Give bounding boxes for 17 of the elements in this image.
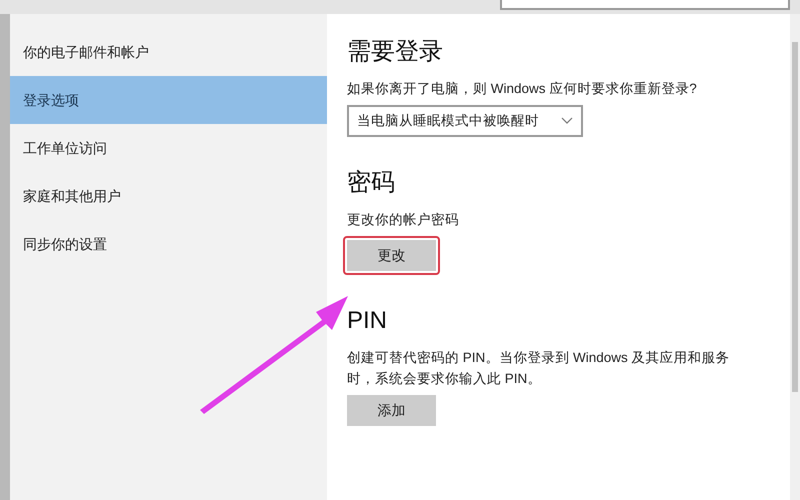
action-button[interactable]: 添加 (347, 395, 436, 426)
sidebar-item[interactable]: 工作单位访问 (10, 124, 327, 172)
search-field[interactable] (500, 0, 790, 10)
section-heading: 需要登录 (347, 37, 444, 67)
scrollbar-thumb[interactable] (792, 42, 798, 392)
description-text: 更改你的帐户密码 (347, 211, 460, 229)
description-text: 创建可替代密码的 PIN。当你登录到 Windows 及其应用和服务时，系统会要求你输入此 PIN。 (347, 349, 731, 388)
section-heading: 密码 (347, 168, 396, 198)
action-button[interactable]: 更改 (347, 240, 436, 271)
sidebar-item[interactable]: 同步你的设置 (10, 220, 327, 268)
sidebar-item[interactable]: 家庭和其他用户 (10, 172, 327, 220)
chevron-down-icon (561, 117, 573, 125)
sidebar-item[interactable]: 登录选项 (10, 76, 327, 124)
description-text: 如果你离开了电脑，则 Windows 应何时要求你重新登录? (347, 80, 698, 98)
sidebar-item[interactable]: 你的电子邮件和帐户 (10, 28, 327, 76)
dropdown[interactable]: 当电脑从睡眠模式中被唤醒时 (347, 105, 583, 137)
section-heading: PIN (347, 306, 388, 336)
